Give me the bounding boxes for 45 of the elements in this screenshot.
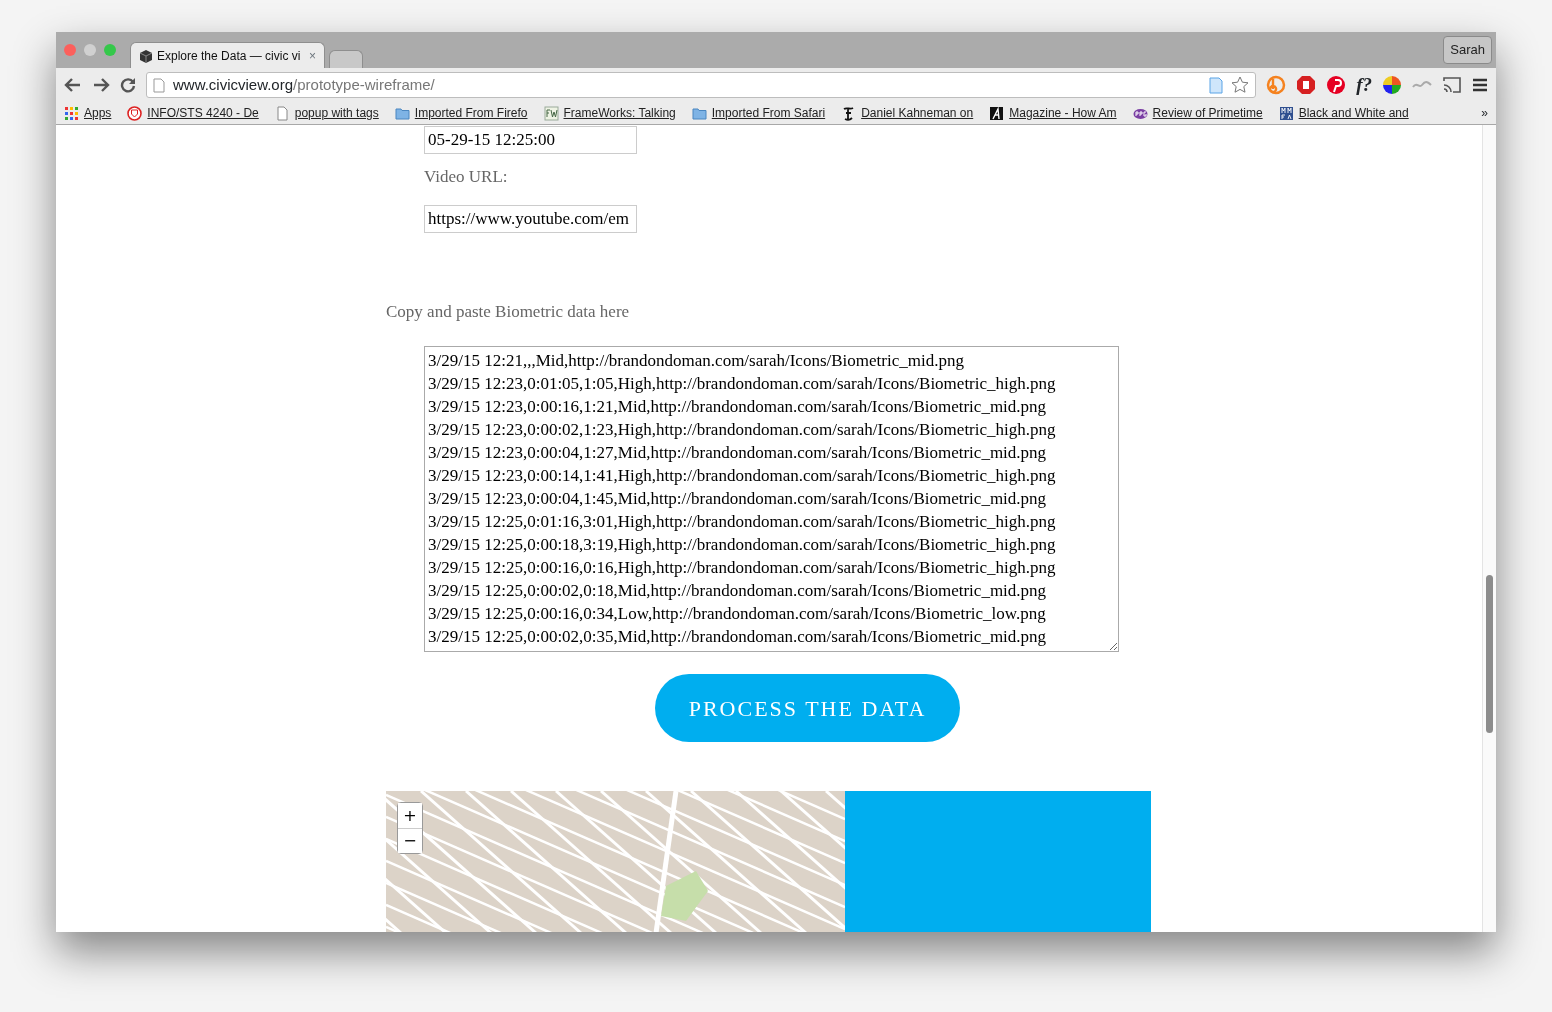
scrollbar-thumb[interactable] [1486, 575, 1493, 733]
bookmark-link[interactable]: Apps [64, 104, 112, 122]
fw-logo-icon [543, 105, 559, 121]
menu-icon[interactable] [1472, 78, 1488, 92]
bookmark-link[interactable]: FrameWorks: Talking [543, 104, 676, 122]
tab-title: Explore the Data — civic vi [157, 47, 301, 65]
stop-sign-icon[interactable] [1296, 75, 1317, 95]
more-bookmarks-button[interactable]: » [1481, 104, 1488, 122]
url-input-field[interactable]: https://www.youtube.com/em [424, 204, 637, 233]
font-icon[interactable]: f? [1356, 70, 1372, 100]
bookmark-link[interactable]: Black and White and [1278, 104, 1409, 122]
mmfa-logo-icon [1278, 105, 1294, 121]
bookmark-link[interactable]: INFO/STS 4240 - De [127, 104, 259, 122]
date-input-field[interactable]: 05-29-15 12:25:00 [424, 126, 637, 154]
bookmark-link[interactable]: Magazine - How Am [989, 104, 1117, 122]
color-wheel-icon[interactable] [1382, 75, 1402, 95]
close-icon[interactable]: × [309, 46, 316, 65]
folder-icon [394, 105, 410, 121]
field-label: Video URL: [424, 166, 509, 188]
bookmark-link[interactable]: popup with tags [274, 104, 379, 122]
data-text-area[interactable]: 3/29/15 12:21,,,Mid,http://brandondoman.com/sarah/Icons/Biometric_mid.png 3/29/15 12:23,0:01:05,1:05,High,http://brandondoman.com/sarah/Icons/Biometric_high.png 3/29/15 12:23,0:00:16,1:21,Mid,http://brandondoman.com/sarah/Icons/Biometric_mid.png 3/29/15 12:23,0:00:02,1:23,High,http://brandondoman.com/sarah/Icons/Biometric_high.png 3/29/15 12:23,0:00:04,1:27,Mid,http://brandondoman.com/sarah/Icons/Biometric_mid.png 3/29/15 12:23,0:00:14,1:41,High,http://brandondoman.com/sarah/Icons/Biometric_high.png 3/29/15 12:23,0:00:04,1:45,Mid,http://brandondoman.com/sarah/Icons/Biometric_mid.png 3/29/15 12:25,0:01:16,3:01,High,http://brandondoman.com/sarah/Icons/Biometric_high.png 3/29/15 12:25,0:00:18,3:19,High,http://brandondoman.com/sarah/Icons/Biometric_high.png 3/29/15 12:25,0:00:16,0:16,High,http://brandondoman.com/sarah/Icons/Biometric_high.png 3/29/15 12:25,0:00:02,0:18,Mid,http://brandondoman.com/sarah/Icons/Biometric_mid.png 3/29/15 12:25,0:00:16,0:34,Low,http://brandondoman.com/sarah/Icons/Biometric_low.png 3/29/15 12:25,0:00:02,0:35,Mid,http://brandondoman.com/sarah/Icons/Biometric_mid.png [424, 346, 1119, 652]
page-icon [153, 77, 165, 93]
cube-icon [139, 48, 153, 63]
letter-a-icon [989, 105, 1005, 121]
reload-icon[interactable] [120, 77, 136, 93]
cast-icon[interactable] [1442, 76, 1462, 94]
back-icon[interactable] [64, 77, 82, 93]
field-label: Copy and paste Biometric data here [386, 300, 631, 323]
address-bar[interactable]: www.civicview.org/prototype-wireframe/ [146, 72, 1257, 98]
bookmark-link[interactable]: Imported From Safari [691, 104, 826, 122]
browser-tab[interactable]: Explore the Data — civic vi × [130, 42, 325, 68]
zoom-out-button[interactable]: − [398, 828, 422, 853]
forward-icon[interactable] [92, 77, 110, 93]
shield-icon [127, 105, 143, 121]
folder-icon [691, 105, 707, 121]
pin-icon[interactable] [1326, 75, 1347, 95]
bookmark-link[interactable]: Review of Primetime [1132, 104, 1263, 122]
profile-button[interactable]: Sarah [1443, 36, 1492, 64]
apps-grid-icon [64, 105, 79, 121]
url-text: www.civicview.org/prototype-wireframe/ [173, 74, 435, 95]
bookmark-link[interactable]: Daniel Kahneman on [841, 104, 974, 122]
star-icon[interactable] [1231, 76, 1250, 94]
document-icon [1209, 76, 1224, 94]
bookmark-link[interactable]: Imported From Firefo [394, 104, 528, 122]
page-icon [274, 105, 290, 121]
